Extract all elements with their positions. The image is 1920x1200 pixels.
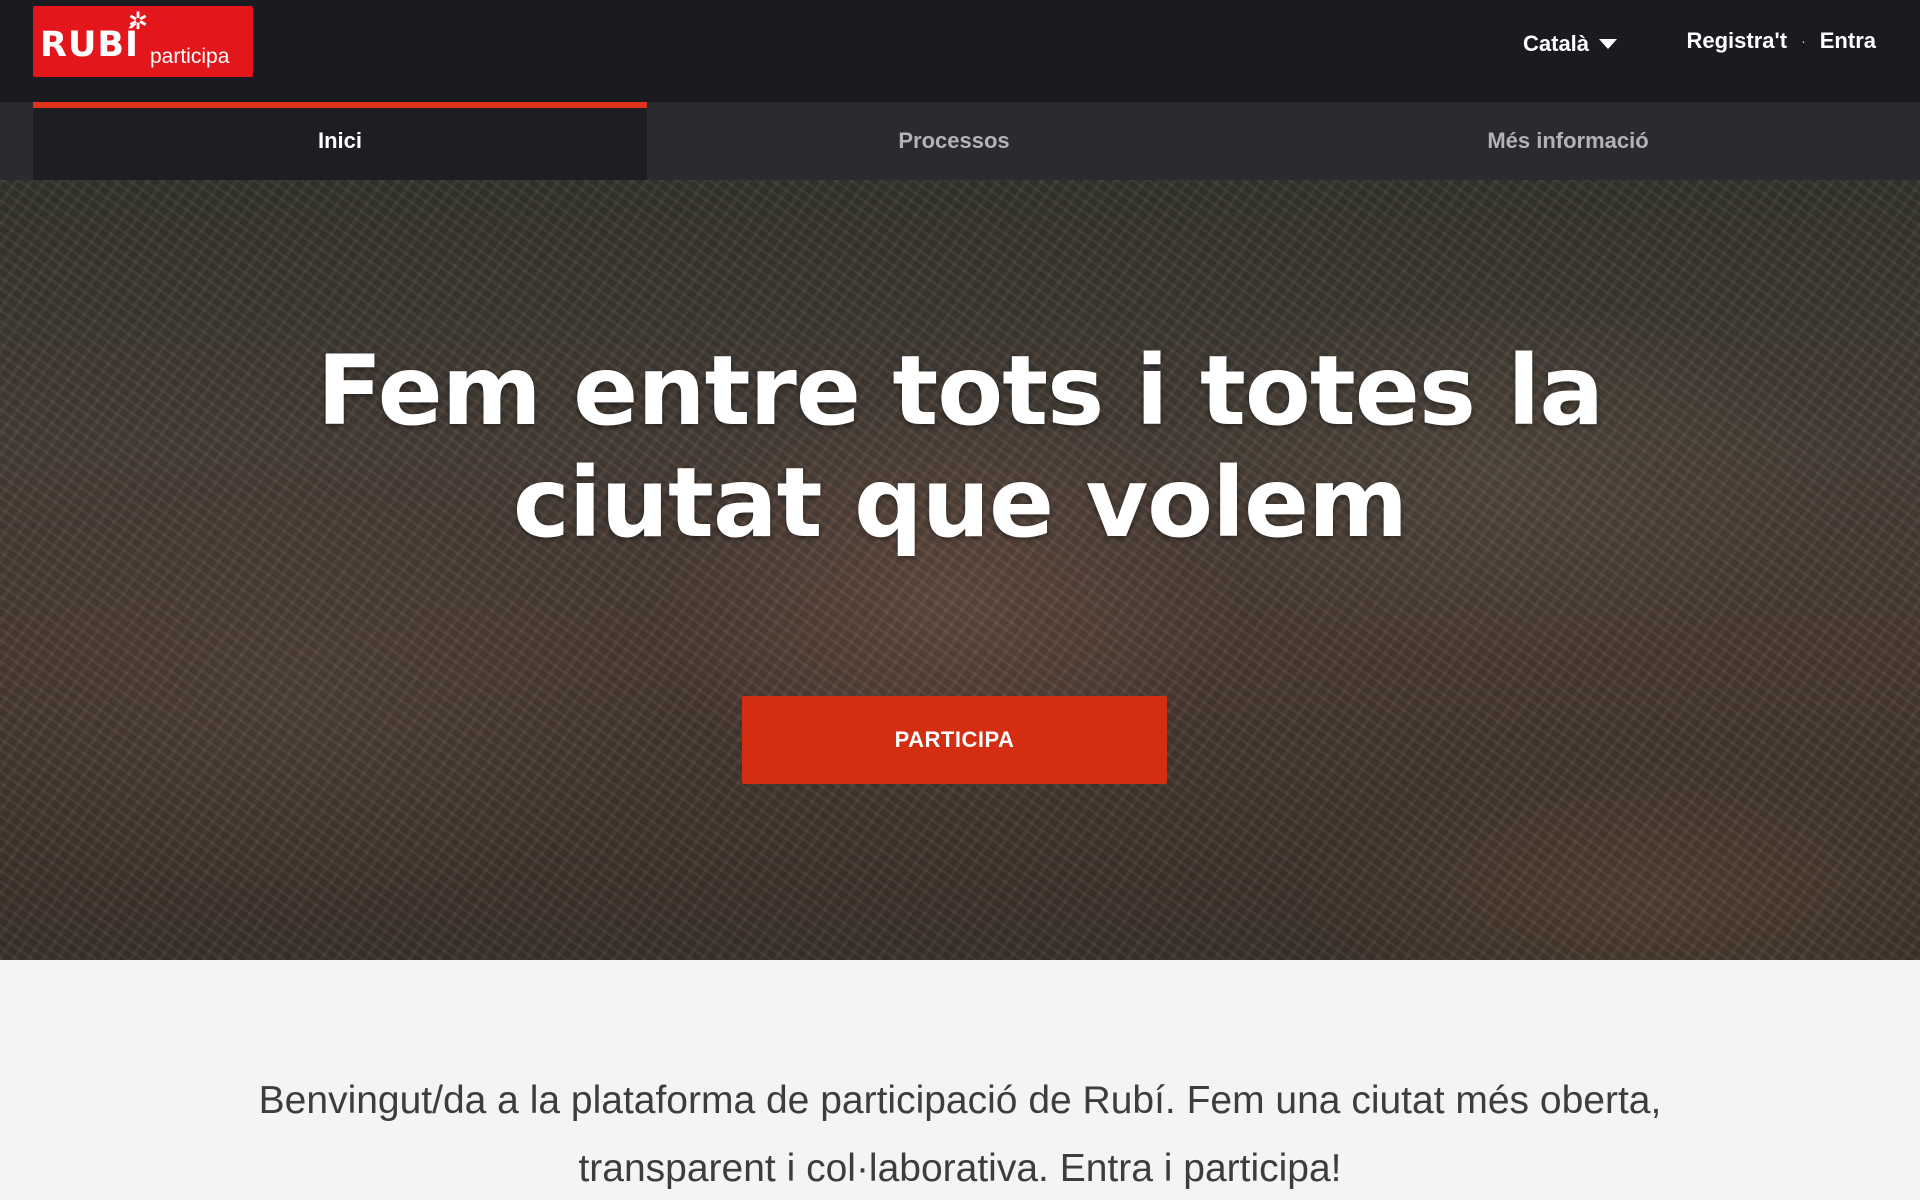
top-bar: RUBÍ ✲ participa Català Registra't · Ent… xyxy=(0,0,1920,102)
main-navigation: Inici Processos Més informació xyxy=(0,102,1920,180)
login-link[interactable]: Entra xyxy=(1820,28,1876,54)
welcome-section: Benvingut/da a la plataforma de particip… xyxy=(0,960,1920,1200)
rubi-participa-logo[interactable]: RUBÍ ✲ participa xyxy=(33,6,253,77)
participa-button[interactable]: PARTICIPA xyxy=(742,696,1167,784)
welcome-line1: Benvingut/da a la plataforma de particip… xyxy=(258,1079,1662,1122)
welcome-text: Benvingut/da a la plataforma de particip… xyxy=(160,1067,1760,1200)
language-label: Català xyxy=(1523,31,1590,56)
caret-down-icon xyxy=(1599,39,1618,49)
hero-title-line1: Fem entre tots i totes la xyxy=(316,335,1604,447)
welcome-line2: transparent i col·laborativa. Entra i pa… xyxy=(578,1147,1342,1190)
hero-overlay xyxy=(0,180,1920,960)
auth-separator: · xyxy=(1801,33,1806,49)
register-link[interactable]: Registra't xyxy=(1686,28,1787,54)
tab-processos[interactable]: Processos xyxy=(647,102,1261,180)
logo-subtitle: participa xyxy=(150,45,230,68)
hero-title-line2: ciutat que volem xyxy=(512,447,1408,559)
tab-mes-informacio[interactable]: Més informació xyxy=(1261,102,1875,180)
auth-links: Registra't · Entra xyxy=(1686,28,1876,54)
language-selector[interactable]: Català xyxy=(1523,30,1618,58)
tab-inici[interactable]: Inici xyxy=(33,102,647,180)
hero-banner: Fem entre tots i totes la ciutat que vol… xyxy=(0,180,1920,960)
logo-wordmark: RUBÍ xyxy=(40,25,140,65)
hero-title: Fem entre tots i totes la ciutat que vol… xyxy=(0,335,1920,559)
logo-star-icon: ✲ xyxy=(128,8,149,35)
